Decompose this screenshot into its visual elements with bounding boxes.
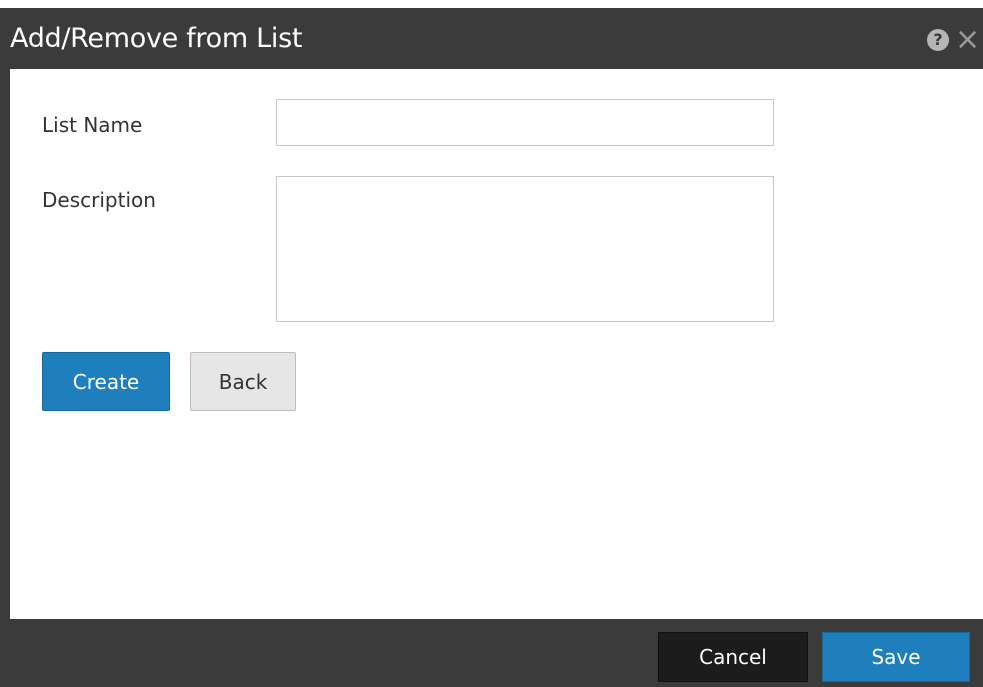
list-name-input[interactable] <box>276 99 774 146</box>
description-label: Description <box>42 188 156 212</box>
save-button[interactable]: Save <box>822 632 970 682</box>
close-icon[interactable]: × <box>955 26 983 54</box>
dialog-titlebar: Add/Remove from List ? × <box>0 8 983 69</box>
back-button[interactable]: Back <box>190 352 296 411</box>
list-name-label: List Name <box>42 113 143 137</box>
help-icon[interactable]: ? <box>927 29 949 51</box>
description-textarea[interactable] <box>276 176 774 322</box>
cancel-button[interactable]: Cancel <box>658 632 808 682</box>
dialog-title: Add/Remove from List <box>10 23 303 54</box>
create-button[interactable]: Create <box>42 352 170 411</box>
dialog-body <box>0 69 983 619</box>
add-remove-list-dialog: Add/Remove from List ? × List Name Descr… <box>0 0 983 687</box>
